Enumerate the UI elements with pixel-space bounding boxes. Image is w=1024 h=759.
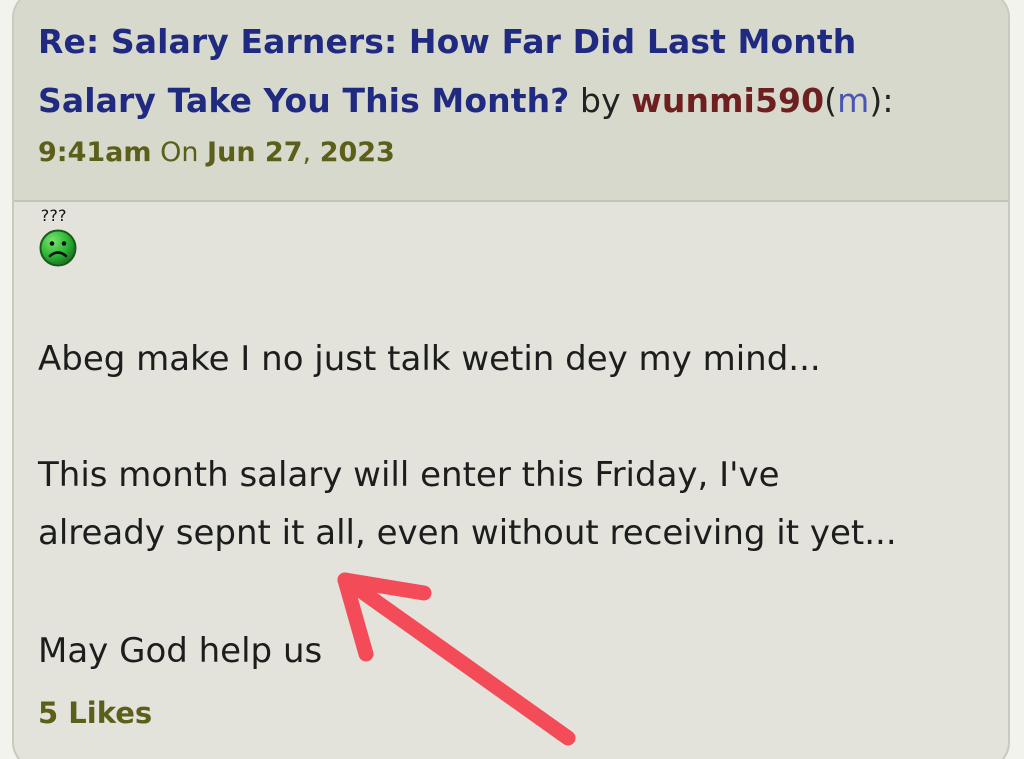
question-marks: ??? — [40, 206, 67, 225]
post-year: 2023 — [319, 137, 395, 168]
sad-smiley-icon: ??? — [38, 208, 82, 278]
post-meta: 9:41am On Jun 27, 2023 — [38, 137, 395, 168]
on-label: On — [151, 137, 208, 168]
post-title-line-1[interactable]: Re: Salary Earners: How Far Did Last Mon… — [38, 22, 856, 61]
post-paragraph-3: May God help us — [38, 631, 323, 671]
post-time: 9:41am — [38, 137, 152, 168]
moderator-badge: m — [837, 81, 870, 120]
post-body: ??? Abeg make I no just talk wetin dey m… — [14, 202, 1008, 759]
likes-count[interactable]: 5 Likes — [38, 696, 152, 730]
badge-open-paren: ( — [824, 81, 838, 120]
author-link[interactable]: wunmi590 — [631, 81, 824, 120]
date-separator: , — [302, 137, 320, 168]
sad-face-icon — [39, 229, 77, 267]
by-label: by — [569, 81, 632, 120]
post-title-text-1[interactable]: Re: Salary Earners: How Far Did Last Mon… — [38, 22, 856, 61]
post-date: Jun 27 — [207, 137, 303, 168]
post-paragraph-1: Abeg make I no just talk wetin dey my mi… — [38, 339, 821, 379]
post-title-line-2: Salary Take You This Month? by wunmi590(… — [38, 81, 894, 120]
post-title-text-2[interactable]: Salary Take You This Month? — [38, 81, 569, 120]
post-header: Re: Salary Earners: How Far Did Last Mon… — [14, 0, 1008, 202]
post-paragraph-2-line-2: already sepnt it all, even without recei… — [38, 513, 897, 553]
post-paragraph-2-line-1: This month salary will enter this Friday… — [38, 455, 780, 495]
badge-close-paren: ): — [869, 81, 894, 120]
post-card: Re: Salary Earners: How Far Did Last Mon… — [12, 0, 1010, 759]
